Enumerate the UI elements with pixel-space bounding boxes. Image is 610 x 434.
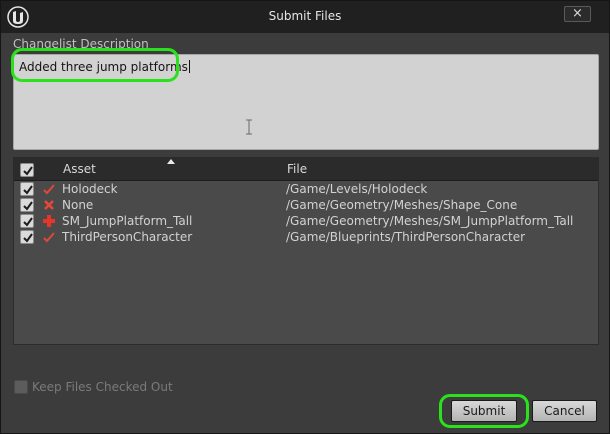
table-header: Asset File <box>14 158 598 181</box>
select-all-checkbox[interactable] <box>20 163 34 177</box>
text-caret <box>188 60 190 73</box>
cancel-button[interactable]: Cancel <box>532 400 597 422</box>
row-file-path: /Game/Geometry/Meshes/SM_JumpPlatform_Ta… <box>286 214 574 228</box>
sort-ascending-icon <box>167 159 175 164</box>
row-checkbox[interactable] <box>20 230 34 244</box>
checkmark-icon <box>23 217 33 227</box>
row-file-path: /Game/Geometry/Meshes/Shape_Cone <box>286 198 518 212</box>
checkmark-icon <box>23 201 33 211</box>
close-button[interactable]: × <box>564 6 591 22</box>
ibeam-cursor-icon <box>246 119 252 135</box>
changelist-description-input[interactable]: Added three jump platforms <box>13 54 599 150</box>
row-file-path: /Game/Blueprints/ThirdPersonCharacter <box>286 230 526 244</box>
submit-files-dialog: Submit Files × Changelist Description Ad… <box>0 0 610 434</box>
checkmark-icon <box>23 166 33 176</box>
table-row[interactable]: Holodeck /Game/Levels/Holodeck <box>14 181 598 197</box>
row-checkbox[interactable] <box>20 198 34 212</box>
window-title: Submit Files <box>268 9 342 23</box>
submit-button[interactable]: Submit <box>451 400 517 422</box>
table-row[interactable]: None /Game/Geometry/Meshes/Shape_Cone <box>14 197 598 213</box>
edit-check-icon <box>43 232 55 243</box>
table-row[interactable]: ThirdPersonCharacter /Game/Blueprints/Th… <box>14 229 598 245</box>
changelist-description-text: Added three jump platforms <box>19 60 188 74</box>
delete-x-icon <box>44 200 54 210</box>
checkmark-icon <box>23 185 33 195</box>
column-header-file[interactable]: File <box>287 162 307 176</box>
edit-check-icon <box>43 184 55 195</box>
keep-files-checked-out-label: Keep Files Checked Out <box>32 380 173 394</box>
row-asset-name: ThirdPersonCharacter <box>62 230 193 244</box>
checkmark-icon <box>23 233 33 243</box>
title-bar[interactable]: Submit Files × <box>1 1 609 33</box>
table-row[interactable]: SM_JumpPlatform_Tall /Game/Geometry/Mesh… <box>14 213 598 229</box>
files-table: Asset File Holodeck /Game/Levels/Holodec… <box>13 157 599 345</box>
keep-files-checked-out-checkbox[interactable] <box>14 380 28 394</box>
row-asset-name: None <box>62 198 94 212</box>
row-checkbox[interactable] <box>20 214 34 228</box>
add-plus-icon <box>43 215 55 227</box>
row-file-path: /Game/Levels/Holodeck <box>286 182 428 196</box>
row-asset-name: Holodeck <box>62 182 118 196</box>
row-asset-name: SM_JumpPlatform_Tall <box>62 214 193 228</box>
row-checkbox[interactable] <box>20 182 34 196</box>
column-header-asset[interactable]: Asset <box>63 162 96 176</box>
changelist-description-label: Changelist Description <box>13 37 149 51</box>
